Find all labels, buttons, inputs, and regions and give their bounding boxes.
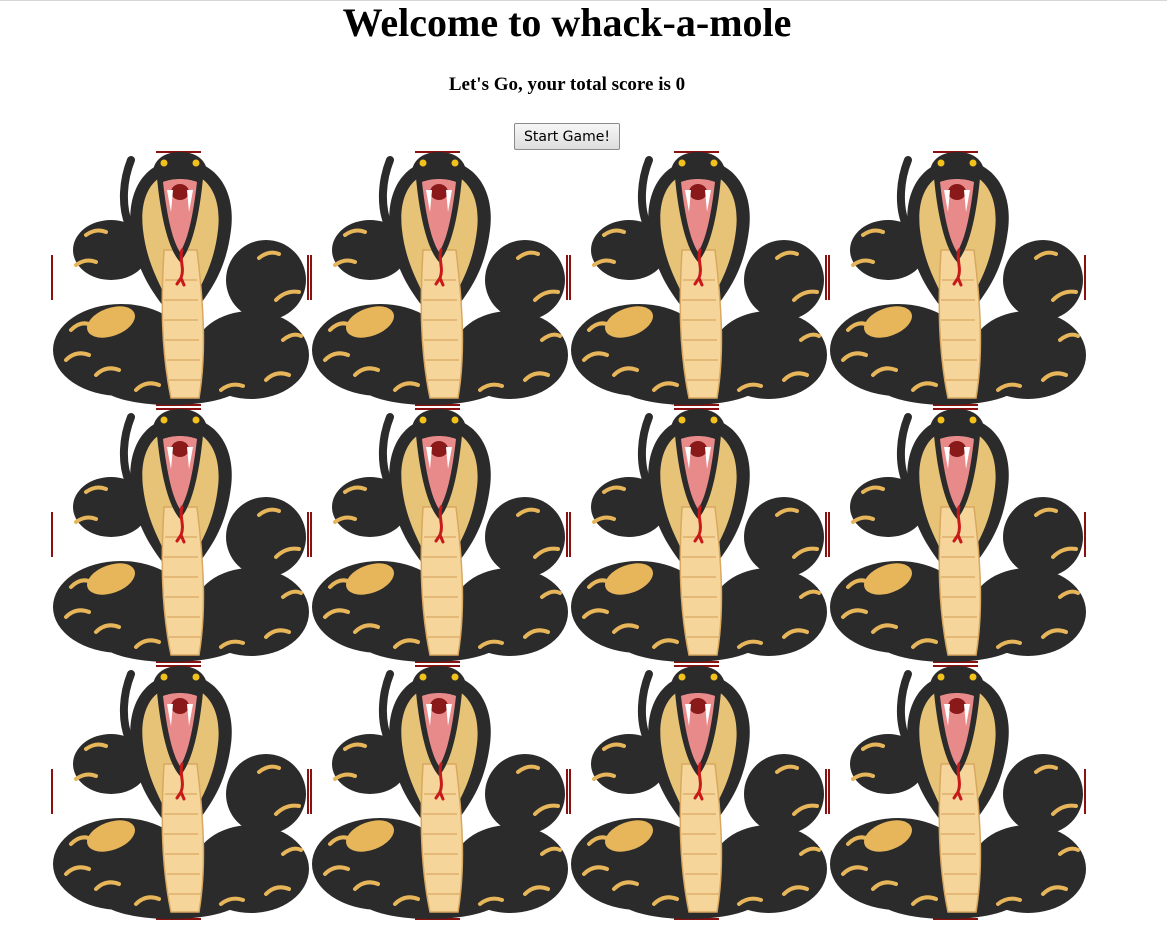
cobra-icon xyxy=(569,408,827,663)
mole-hole[interactable] xyxy=(51,407,310,664)
mole-hole[interactable] xyxy=(828,407,1087,664)
mole-hole[interactable] xyxy=(569,664,828,921)
cobra-icon xyxy=(569,151,827,406)
cobra-icon xyxy=(569,665,827,920)
start-game-button[interactable]: Start Game! xyxy=(514,123,620,150)
cobra-icon xyxy=(828,665,1086,920)
mole-hole[interactable] xyxy=(51,664,310,921)
mole-hole[interactable] xyxy=(828,664,1087,921)
mole-hole[interactable] xyxy=(828,150,1087,407)
mole-grid xyxy=(51,150,1087,920)
cobra-icon xyxy=(828,408,1086,663)
cobra-icon xyxy=(310,408,568,663)
cobra-icon xyxy=(51,665,309,920)
cobra-icon xyxy=(828,151,1086,406)
cobra-icon xyxy=(51,408,309,663)
cobra-icon xyxy=(310,665,568,920)
mole-hole[interactable] xyxy=(569,407,828,664)
mole-hole[interactable] xyxy=(310,664,569,921)
score-text: Let's Go, your total score is 0 xyxy=(448,74,686,95)
mole-hole[interactable] xyxy=(569,150,828,407)
mole-hole[interactable] xyxy=(310,407,569,664)
cobra-icon xyxy=(310,151,568,406)
cobra-icon xyxy=(51,151,309,406)
page-title: Welcome to whack-a-mole xyxy=(342,0,792,45)
mole-hole[interactable] xyxy=(51,150,310,407)
mole-hole[interactable] xyxy=(310,150,569,407)
